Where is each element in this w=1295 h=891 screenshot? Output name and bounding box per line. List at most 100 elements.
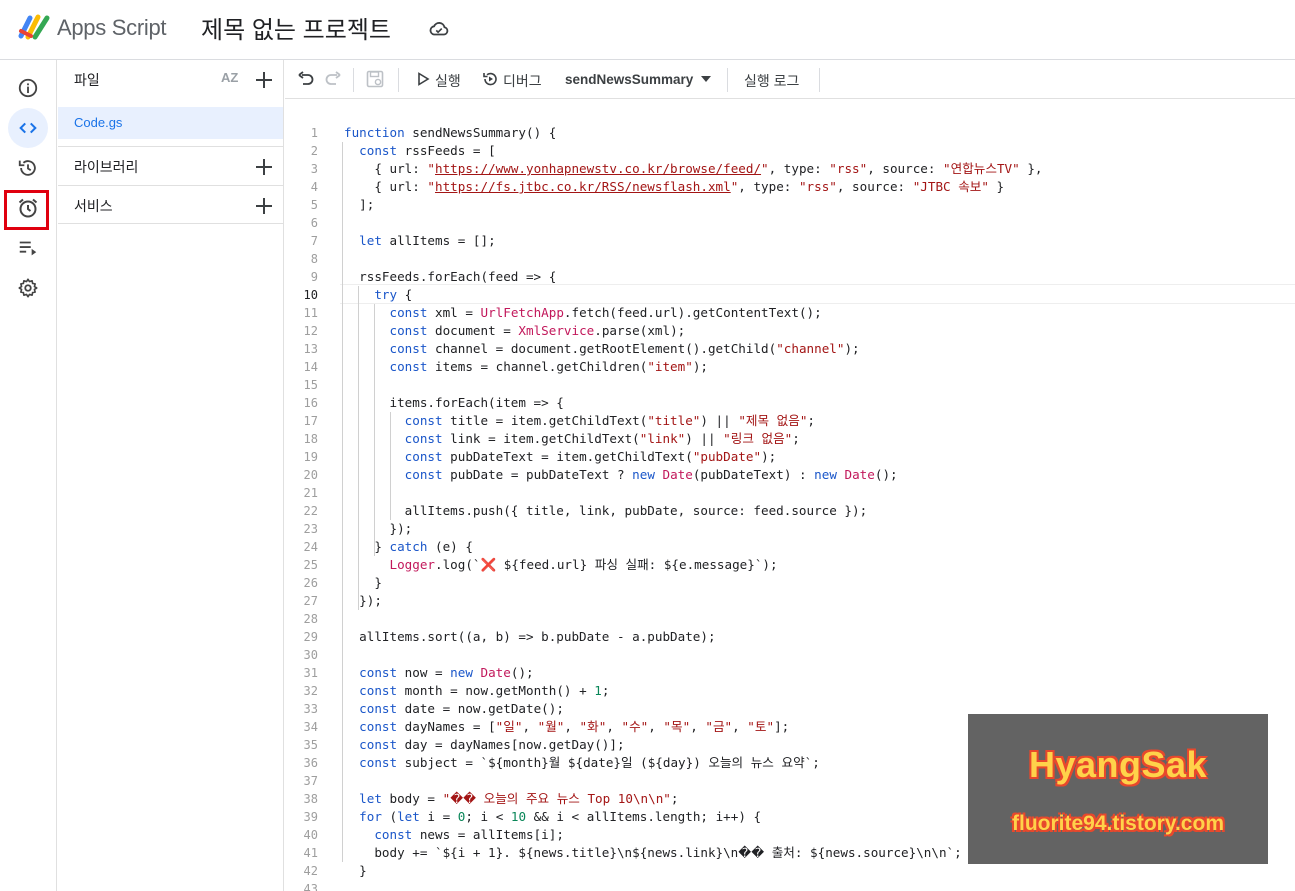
line-number: 19 <box>303 450 318 464</box>
toolbar-separator <box>727 68 728 92</box>
code-line[interactable]: 1 function sendNewsSummary() { <box>285 124 1295 142</box>
line-number: 42 <box>303 864 318 878</box>
code-text: const date = now.getDate(); <box>359 701 564 716</box>
sort-az-icon[interactable]: AZ <box>221 70 238 85</box>
editor-button[interactable] <box>8 108 48 148</box>
code-line[interactable]: 25 Logger.log(`❌ ${feed.url} 파싱 실패: ${e.… <box>285 556 1295 574</box>
code-text: ]; <box>344 197 375 212</box>
debug-icon[interactable] <box>482 71 498 87</box>
line-number: 14 <box>303 360 318 374</box>
code-line[interactable]: 20 const pubDate = pubDateText ? new Dat… <box>285 466 1295 484</box>
left-nav-rail <box>0 60 57 891</box>
overview-button[interactable] <box>8 68 48 108</box>
code-line[interactable]: 27 }); <box>285 592 1295 610</box>
settings-button[interactable] <box>8 268 48 308</box>
chevron-down-icon[interactable] <box>700 74 712 84</box>
line-number: 41 <box>303 846 318 860</box>
code-line[interactable]: 21 <box>285 484 1295 502</box>
code-line[interactable]: 4 { url: "https://fs.jtbc.co.kr/RSS/news… <box>285 178 1295 196</box>
code-line[interactable]: 17 const title = item.getChildText("titl… <box>285 412 1295 430</box>
code-line[interactable]: 30 <box>285 646 1295 664</box>
debug-button[interactable]: 디버그 <box>503 71 542 91</box>
code-text: rssFeeds.forEach(feed => { <box>344 269 557 284</box>
run-button[interactable]: 실행 <box>435 71 461 91</box>
executions-button[interactable] <box>8 228 48 268</box>
code-line[interactable]: 29 allItems.sort((a, b) => b.pubDate - a… <box>285 628 1295 646</box>
code-text: items.forEach(item => { <box>344 395 564 410</box>
code-line[interactable]: 7 let allItems = []; <box>285 232 1295 250</box>
code-line[interactable]: 19 const pubDateText = item.getChildText… <box>285 448 1295 466</box>
line-number: 4 <box>310 180 318 194</box>
code-text: const items = channel.getChildren("item"… <box>389 359 708 374</box>
line-number: 15 <box>303 378 318 392</box>
line-number: 22 <box>303 504 318 518</box>
save-icon[interactable] <box>366 70 384 88</box>
code-line[interactable]: 2 const rssFeeds = [ <box>285 142 1295 160</box>
undo-icon[interactable] <box>297 70 315 88</box>
line-number: 25 <box>303 558 318 572</box>
indent-guide <box>374 304 375 556</box>
function-select[interactable]: sendNewsSummary <box>565 72 693 87</box>
file-item-code-gs[interactable]: Code.gs <box>58 107 283 139</box>
code-text: const pubDateText = item.getChildText("p… <box>404 449 777 464</box>
code-line[interactable]: 8 <box>285 250 1295 268</box>
code-line[interactable]: 16 items.forEach(item => { <box>285 394 1295 412</box>
line-number: 12 <box>303 324 318 338</box>
code-line[interactable]: 23 }); <box>285 520 1295 538</box>
code-text: allItems.sort((a, b) => b.pubDate - a.pu… <box>344 629 716 644</box>
line-number: 18 <box>303 432 318 446</box>
code-text: { url: "https://fs.jtbc.co.kr/RSS/newsfl… <box>344 179 1005 194</box>
code-line[interactable]: 12 const document = XmlService.parse(xml… <box>285 322 1295 340</box>
code-line[interactable]: 22 allItems.push({ title, link, pubDate,… <box>285 502 1295 520</box>
services-section[interactable]: 서비스 <box>58 185 284 224</box>
run-play-icon[interactable] <box>416 72 430 86</box>
versions-button[interactable] <box>8 148 48 188</box>
code-text: const dayNames = ["일", "월", "화", "수", "목… <box>359 719 790 734</box>
code-line[interactable]: 32 const month = now.getMonth() + 1; <box>285 682 1295 700</box>
code-line[interactable]: 11 const xml = UrlFetchApp.fetch(feed.ur… <box>285 304 1295 322</box>
execution-log-button[interactable]: 실행 로그 <box>744 71 799 91</box>
libraries-section[interactable]: 라이브러리 <box>58 146 284 185</box>
code-line[interactable]: 10 try { <box>285 286 1295 304</box>
line-number: 27 <box>303 594 318 608</box>
code-text: const news = allItems[i]; <box>374 827 564 842</box>
code-line[interactable]: 28 <box>285 610 1295 628</box>
toolbar-separator <box>819 68 820 92</box>
project-title[interactable]: 제목 없는 프로젝트 <box>201 10 391 45</box>
code-text: const now = new Date(); <box>359 665 534 680</box>
code-line[interactable]: 14 const items = channel.getChildren("it… <box>285 358 1295 376</box>
line-number: 39 <box>303 810 318 824</box>
files-title: 파일 <box>74 72 100 88</box>
code-text: } <box>344 575 382 590</box>
code-line[interactable]: 31 const now = new Date(); <box>285 664 1295 682</box>
add-library-plus-icon[interactable] <box>254 157 274 177</box>
code-text: const xml = UrlFetchApp.fetch(feed.url).… <box>389 305 822 320</box>
line-number: 1 <box>310 126 318 140</box>
indent-guide <box>390 412 391 520</box>
line-number: 32 <box>303 684 318 698</box>
line-number: 7 <box>310 234 318 248</box>
apps-script-logo-icon[interactable] <box>18 12 52 40</box>
editor-toolbar: 실행 디버그 sendNewsSummary 실행 로그 <box>285 60 1295 99</box>
code-line[interactable]: 3 { url: "https://www.yonhapnewstv.co.kr… <box>285 160 1295 178</box>
code-line[interactable]: 13 const channel = document.getRootEleme… <box>285 340 1295 358</box>
toolbar-separator <box>353 68 354 92</box>
code-line[interactable]: 26 } <box>285 574 1295 592</box>
code-line[interactable]: 6 <box>285 214 1295 232</box>
line-number: 10 <box>303 288 318 302</box>
code-text: body += `${i + 1}. ${news.title}\n${news… <box>344 845 962 860</box>
redo-icon[interactable] <box>324 70 342 88</box>
add-service-plus-icon[interactable] <box>254 196 274 216</box>
code-text: allItems.push({ title, link, pubDate, so… <box>344 503 868 518</box>
code-line[interactable]: 24 } catch (e) { <box>285 538 1295 556</box>
code-line[interactable]: 5 ]; <box>285 196 1295 214</box>
code-line[interactable]: 9 rssFeeds.forEach(feed => { <box>285 268 1295 286</box>
code-line[interactable]: 43 <box>285 880 1295 891</box>
code-line[interactable]: 42 } <box>285 862 1295 880</box>
code-line[interactable]: 15 <box>285 376 1295 394</box>
add-file-plus-icon[interactable] <box>254 70 274 90</box>
code-text: const rssFeeds = [ <box>359 143 496 158</box>
watermark-title: HyangSak <box>1028 744 1208 785</box>
files-panel: 파일 AZ Code.gs 라이브러리 서비스 <box>58 60 284 891</box>
code-line[interactable]: 18 const link = item.getChildText("link"… <box>285 430 1295 448</box>
